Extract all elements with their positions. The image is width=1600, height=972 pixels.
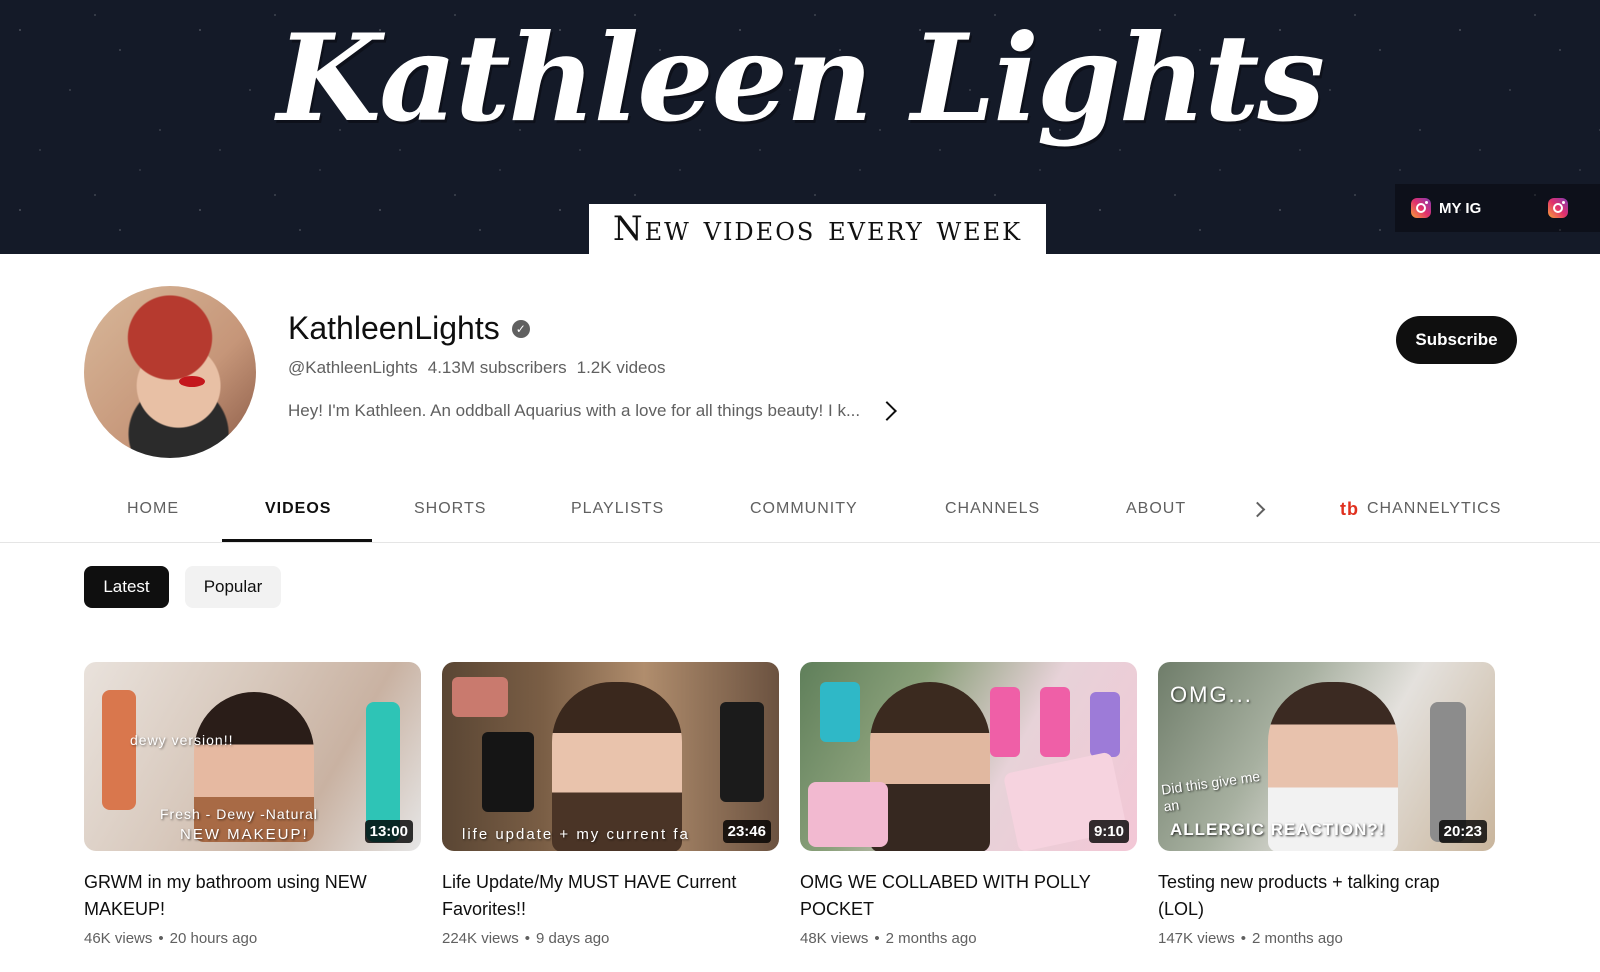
video-title[interactable]: GRWM in my bathroom using NEW MAKEUP! [84, 869, 404, 923]
thumbnail-product [820, 682, 860, 742]
view-count: 46K views [84, 930, 153, 947]
subscribe-button[interactable]: Subscribe [1396, 316, 1517, 364]
channel-tabs: HOME VIDEOS SHORTS PLAYLISTS COMMUNITY C… [0, 476, 1600, 543]
tab-videos[interactable]: VIDEOS [265, 476, 331, 542]
description-text: Hey! I'm Kathleen. An oddball Aquarius w… [288, 401, 861, 420]
thumbnail-product [452, 677, 508, 717]
video-duration: 23:46 [722, 820, 771, 843]
view-count: 224K views [442, 930, 519, 947]
video-meta: 147K views 2 months ago [1158, 930, 1495, 947]
thumbnail-product [720, 702, 764, 802]
meta-separator [525, 930, 530, 947]
tab-shorts[interactable]: SHORTS [414, 476, 486, 542]
video-thumbnail[interactable]: 9:10 [800, 662, 1137, 851]
tab-playlists[interactable]: PLAYLISTS [571, 476, 664, 542]
upload-age: 2 months ago [1251, 930, 1343, 947]
thumbnail-product [482, 732, 534, 812]
chevron-right-icon [1249, 501, 1266, 517]
channel-description[interactable]: Hey! I'm Kathleen. An oddball Aquarius w… [288, 401, 898, 421]
video-meta: 46K views 20 hours ago [84, 930, 421, 947]
thumbnail-text: Did this give me an [1160, 767, 1262, 815]
tab-home[interactable]: HOME [127, 476, 179, 542]
upload-age: 2 months ago [885, 930, 977, 947]
video-title[interactable]: Testing new products + talking crap (LOL… [1158, 869, 1478, 923]
avatar-detail [179, 376, 205, 387]
view-count: 147K views [1158, 930, 1235, 947]
channelytics-icon: tb [1340, 498, 1359, 519]
banner-link-my-ig[interactable]: MY IG [1395, 184, 1600, 232]
video-card[interactable]: OMG... Did this give me an ALLERGIC REAC… [1158, 662, 1495, 947]
instagram-icon[interactable] [1548, 198, 1568, 218]
view-count: 48K views [800, 930, 869, 947]
chip-popular[interactable]: Popular [185, 566, 281, 608]
thumbnail-text: life update + my current fa [462, 826, 690, 843]
banner-tagline: New videos every week [589, 204, 1046, 254]
chevron-right-icon [877, 401, 898, 421]
thumbnail-product [1090, 692, 1120, 757]
active-tab-indicator [222, 539, 372, 542]
video-duration: 13:00 [364, 820, 413, 843]
banner-link-label: MY IG [1439, 199, 1482, 217]
thumbnail-person [870, 682, 990, 851]
thumbnail-text: dewy version!! [130, 732, 234, 748]
meta-separator [158, 930, 163, 947]
upload-age: 9 days ago [535, 930, 610, 947]
video-card[interactable]: life update + my current fa 23:46 Life U… [442, 662, 779, 947]
tab-community[interactable]: COMMUNITY [750, 476, 858, 542]
channel-banner: Kathleen Lights New videos every week MY… [0, 0, 1600, 254]
video-meta: 48K views 2 months ago [800, 930, 1137, 947]
thumbnail-product [102, 690, 136, 810]
channel-meta: @KathleenLights 4.13M subscribers 1.2K v… [288, 358, 665, 378]
chip-latest[interactable]: Latest [84, 566, 169, 608]
video-thumbnail[interactable]: dewy version!! Fresh - Dewy -Natural NEW… [84, 662, 421, 851]
channel-title: KathleenLights ✓ [288, 310, 530, 347]
tab-about[interactable]: ABOUT [1126, 476, 1186, 542]
meta-separator [1241, 930, 1246, 947]
video-duration: 9:10 [1088, 820, 1129, 843]
video-title[interactable]: OMG WE COLLABED WITH POLLY POCKET [800, 869, 1120, 923]
channel-avatar [84, 286, 256, 458]
video-meta: 224K views 9 days ago [442, 930, 779, 947]
meta-separator [874, 930, 879, 947]
video-count: 1.2K videos [576, 358, 666, 377]
subscriber-count: 4.13M subscribers [427, 358, 567, 377]
video-thumbnail[interactable]: OMG... Did this give me an ALLERGIC REAC… [1158, 662, 1495, 851]
thumbnail-text: NEW MAKEUP! [180, 826, 309, 843]
channel-handle: @KathleenLights [288, 358, 418, 377]
video-card[interactable]: dewy version!! Fresh - Dewy -Natural NEW… [84, 662, 421, 947]
thumbnail-text: ALLERGIC REACTION?! [1170, 820, 1386, 839]
upload-age: 20 hours ago [169, 930, 258, 947]
verified-icon: ✓ [511, 319, 530, 338]
thumbnail-text: Fresh - Dewy -Natural [160, 806, 318, 822]
video-thumbnail[interactable]: life update + my current fa 23:46 [442, 662, 779, 851]
video-duration: 20:23 [1438, 820, 1487, 843]
thumbnail-product [1040, 687, 1070, 757]
thumbnail-text: OMG... [1170, 682, 1253, 707]
tabs-scroll-right[interactable] [1249, 476, 1266, 542]
tab-channelytics[interactable]: tb CHANNELYTICS [1340, 476, 1501, 542]
thumbnail-product [990, 687, 1020, 757]
channel-name: KathleenLights [288, 310, 500, 346]
instagram-icon [1411, 198, 1431, 218]
video-card[interactable]: 9:10 OMG WE COLLABED WITH POLLY POCKET 4… [800, 662, 1137, 947]
thumbnail-product [808, 782, 888, 847]
tab-channelytics-label: CHANNELYTICS [1367, 500, 1502, 517]
video-title[interactable]: Life Update/My MUST HAVE Current Favorit… [442, 869, 762, 923]
banner-logo: Kathleen Lights [276, 8, 1325, 149]
tab-channels[interactable]: CHANNELS [945, 476, 1040, 542]
